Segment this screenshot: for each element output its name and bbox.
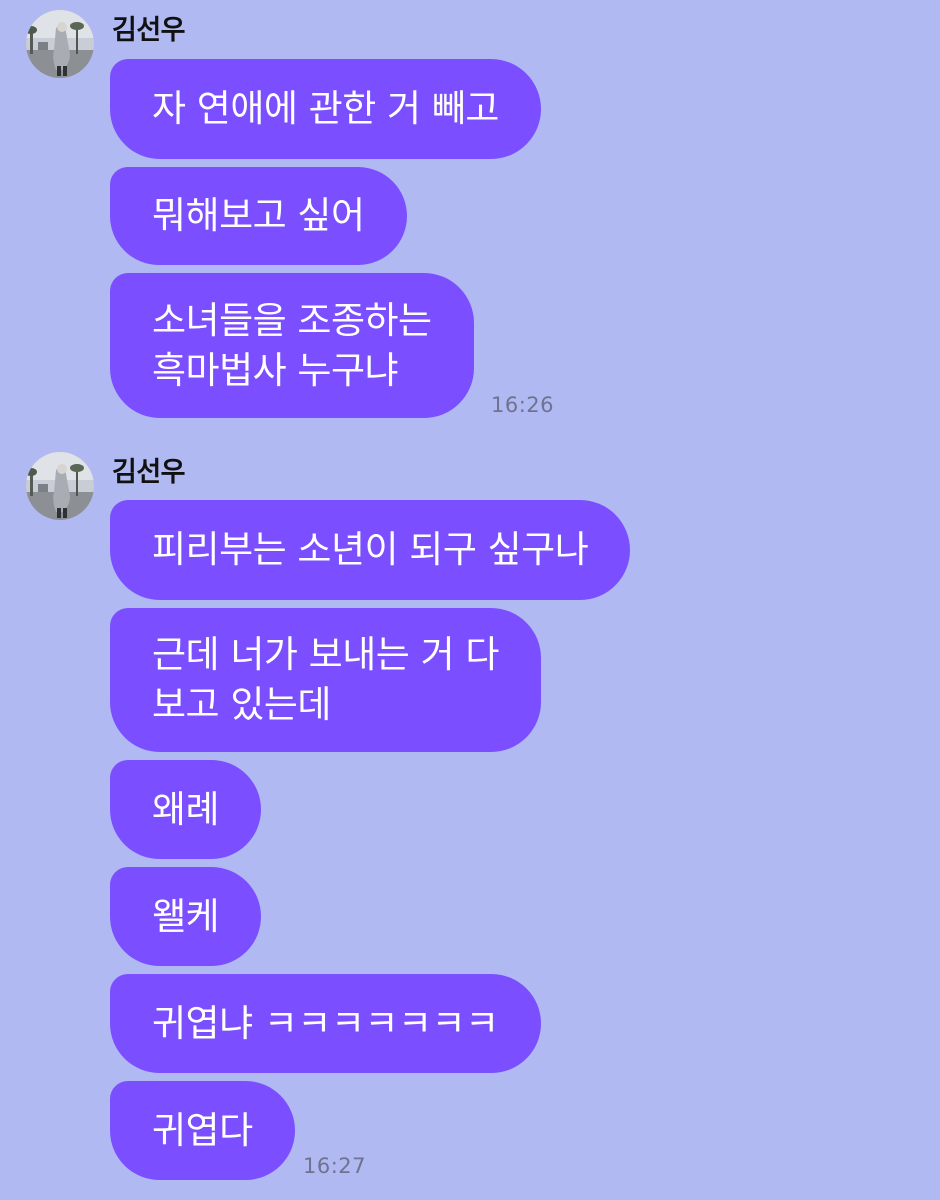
message-bubble[interactable]: 왜례 <box>110 760 262 859</box>
sender-name: 김선우 <box>112 15 186 46</box>
message-text: 자 연애에 관한 거 빼고 <box>152 87 499 130</box>
message-bubble[interactable]: 귀엽다 <box>110 1081 295 1180</box>
message-text: 흑마법사 누구냐 <box>152 348 399 392</box>
profile-photo-icon <box>26 452 94 520</box>
message-text: 소녀들을 조종하는 <box>152 298 432 342</box>
message-text: 근데 너가 보내는 거 다 <box>152 633 499 676</box>
message-text: 귀엽냐 ㅋㅋㅋㅋㅋㅋㅋ <box>152 1001 499 1045</box>
sender-avatar[interactable] <box>26 452 94 520</box>
message-text: 왜례 <box>152 787 220 831</box>
message-text: 뭐해보고 싶어 <box>152 194 365 237</box>
message-bubble[interactable]: 귀엽냐 ㅋㅋㅋㅋㅋㅋㅋ <box>110 974 541 1073</box>
message-text: 보고 있는데 <box>152 683 331 726</box>
message-bubble[interactable]: 소녀들을 조종하는 흑마법사 누구냐 <box>110 273 474 418</box>
message-text: 왤케 <box>152 894 220 938</box>
message-timestamp: 16:26 <box>491 393 555 417</box>
message-bubble[interactable]: 뭐해보고 싶어 <box>110 167 407 265</box>
message-bubble[interactable]: 피리부는 소년이 되구 싶구나 <box>110 500 631 600</box>
message-text: 귀엽다 <box>152 1108 253 1152</box>
message-bubble[interactable]: 근데 너가 보내는 거 다 보고 있는데 <box>110 608 541 752</box>
message-timestamp: 16:27 <box>303 1154 367 1178</box>
profile-photo-icon <box>26 10 94 78</box>
sender-avatar[interactable] <box>26 10 94 78</box>
sender-name: 김선우 <box>112 457 186 488</box>
message-bubble[interactable]: 자 연애에 관한 거 빼고 <box>110 59 541 159</box>
message-text: 피리부는 소년이 되구 싶구나 <box>152 528 589 571</box>
message-bubble[interactable]: 왤케 <box>110 867 262 966</box>
chat-thread[interactable]: 김선우 자 연애에 관한 거 빼고 뭐해보고 싶어 소녀들을 조종하는 흑마법사… <box>0 0 940 1200</box>
